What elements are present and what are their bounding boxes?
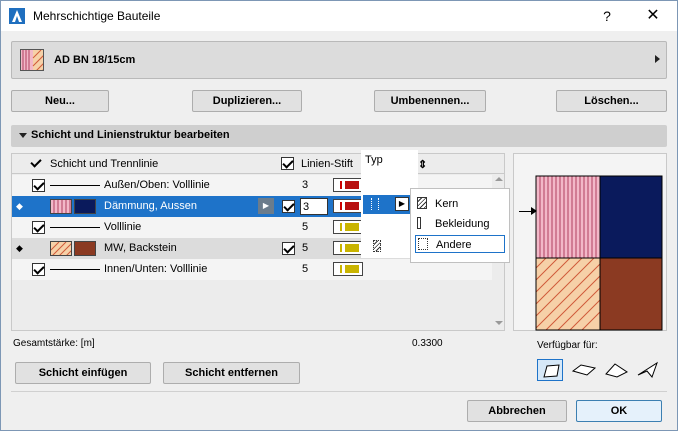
close-button[interactable]: ✕ (639, 5, 667, 27)
core-type-icon[interactable] (373, 240, 381, 252)
preset-name: AD BN 18/15cm (54, 54, 136, 66)
scroll-up-icon[interactable] (495, 177, 503, 181)
brick-hatch-swatch[interactable] (50, 241, 72, 256)
solid-line-icon (50, 269, 100, 270)
ok-button[interactable]: OK (576, 400, 662, 422)
pen-swatch[interactable] (333, 220, 363, 234)
pen-swatch[interactable] (333, 178, 363, 192)
menu-item-finish[interactable]: Bekleidung (415, 215, 505, 233)
total-thickness-label: Gesamtstärke: [m] (13, 338, 95, 349)
drag-handle-icon[interactable]: ◆ (16, 201, 23, 212)
help-button[interactable]: ? (593, 5, 621, 27)
row-pen[interactable]: 3 (300, 198, 328, 215)
pen-swatch[interactable] (333, 262, 363, 276)
available-for-label: Verfügbar für: (537, 340, 598, 351)
insert-layer-button[interactable]: Schicht einfügen (15, 362, 151, 384)
core-color-swatch[interactable] (74, 199, 96, 214)
delete-button[interactable]: Löschen... (556, 90, 667, 112)
pen-swatch[interactable] (333, 241, 363, 255)
section-header[interactable]: Schicht und Linienstruktur bearbeiten (11, 125, 667, 147)
row-label: MW, Backstein (104, 242, 177, 254)
insulation-swatch[interactable] (50, 199, 72, 214)
arrow-right-icon (531, 207, 537, 215)
remove-layer-button[interactable]: Schicht entfernen (163, 362, 300, 384)
solid-line-icon (50, 227, 100, 228)
checkmark-icon (30, 157, 43, 170)
row-checkbox[interactable] (282, 200, 295, 213)
layer-preview (513, 153, 667, 331)
row-pen[interactable]: 3 (302, 179, 308, 191)
menu-item-core[interactable]: Kern (415, 195, 505, 213)
slab-tool-icon[interactable] (571, 359, 597, 381)
brick-color-swatch[interactable] (74, 241, 96, 256)
row-label: Dämmung, Aussen (104, 200, 197, 212)
table-header: Schicht und Trennlinie Linien-Stift Typ … (12, 154, 504, 174)
section-title: Schicht und Linienstruktur bearbeiten (31, 129, 230, 141)
menu-item-label: Kern (435, 198, 459, 210)
type-cell-selected[interactable]: ▶ (363, 195, 411, 214)
row-checkbox[interactable] (282, 242, 295, 255)
chevron-right-icon[interactable]: ▶ (258, 198, 274, 214)
menu-item-other[interactable]: Andere (415, 235, 505, 253)
rename-button[interactable]: Umbenennen... (374, 90, 486, 112)
shell-tool-icon[interactable] (635, 359, 661, 381)
chevron-down-icon (19, 133, 27, 138)
row-pen[interactable]: 5 (302, 263, 308, 275)
new-button[interactable]: Neu... (11, 90, 109, 112)
row-label: Außen/Oben: Volllinie (104, 179, 210, 191)
pen-swatch[interactable] (333, 199, 363, 213)
row-label: Innen/Unten: Volllinie (104, 263, 208, 275)
solid-line-icon (50, 185, 100, 186)
other-type-icon (418, 238, 428, 250)
finish-type-icon (417, 217, 421, 229)
type-dropdown-menu: Kern Bekleidung Andere (410, 188, 510, 263)
duplicate-button[interactable]: Duplizieren... (192, 90, 302, 112)
preset-selector[interactable]: AD BN 18/15cm (11, 41, 667, 79)
core-type-icon (417, 197, 427, 209)
row-checkbox[interactable] (32, 221, 45, 234)
header-checkbox[interactable] (281, 157, 294, 170)
app-logo-icon (9, 8, 25, 24)
scroll-down-icon[interactable] (495, 321, 503, 325)
menu-item-label: Bekleidung (435, 218, 490, 230)
wall-tool-icon[interactable] (537, 359, 563, 381)
chevron-right-icon (655, 55, 660, 63)
preset-swatch-icon (20, 49, 44, 71)
menu-item-label: Andere (436, 239, 472, 251)
thickness-icon: ⇕ (418, 159, 428, 171)
chevron-right-icon[interactable]: ▶ (395, 197, 409, 211)
total-thickness-value: 0.3300 (412, 338, 443, 349)
cancel-button[interactable]: Abbrechen (467, 400, 567, 422)
roof-tool-icon[interactable] (603, 359, 629, 381)
other-type-icon (371, 198, 379, 210)
header-pen: Linien-Stift (301, 158, 353, 170)
row-checkbox[interactable] (32, 179, 45, 192)
title-bar: Mehrschichtige Bauteile ? ✕ (1, 1, 677, 31)
window-title: Mehrschichtige Bauteile (33, 9, 161, 23)
row-label: Volllinie (104, 221, 142, 233)
row-pen[interactable]: 5 (302, 221, 308, 233)
drag-handle-icon[interactable]: ◆ (16, 243, 23, 254)
footer-divider (11, 391, 667, 392)
row-pen[interactable]: 5 (302, 242, 308, 254)
row-checkbox[interactable] (32, 263, 45, 276)
header-layer: Schicht und Trennlinie (50, 158, 159, 170)
dialog-window: Mehrschichtige Bauteile ? ✕ AD BN 18/15c… (0, 0, 678, 431)
type-header-overlay: Typ (365, 154, 383, 166)
